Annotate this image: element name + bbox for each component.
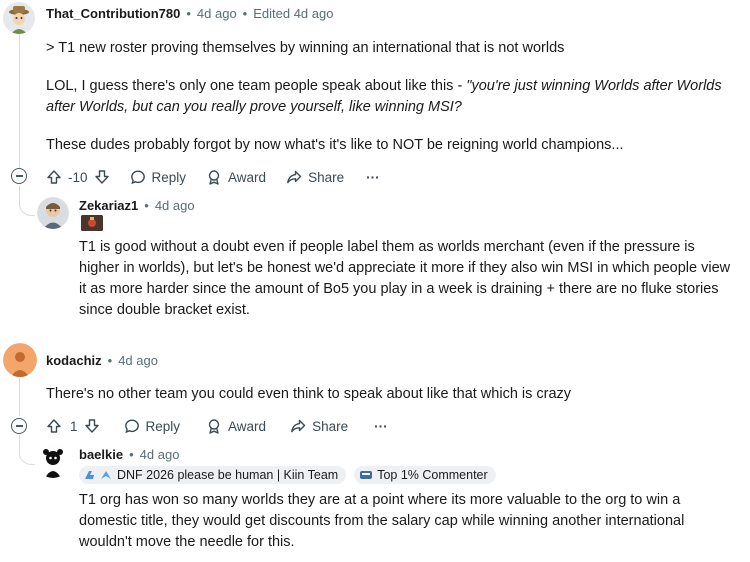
share-label: Share [308, 169, 345, 185]
upvote-button[interactable] [46, 418, 62, 434]
edited-label: Edited 4d ago [253, 6, 334, 21]
upvote-button[interactable] [46, 169, 62, 185]
upvote-icon [47, 419, 61, 433]
timestamp[interactable]: 4d ago [197, 6, 237, 21]
timestamp[interactable]: 4d ago [140, 447, 180, 462]
flair-row: DNF 2026 please be human | Kiin Team Top… [79, 466, 496, 484]
award-button[interactable]: Award [206, 418, 266, 434]
share-icon [291, 419, 306, 433]
award-icon [208, 419, 220, 434]
top-commenter-badge: Top 1% Commenter [354, 466, 496, 484]
avatar[interactable] [3, 2, 35, 34]
action-bar: 1 Reply Award Share ··· [46, 416, 388, 436]
quote-text: > T1 new roster proving themselves by wi… [46, 40, 565, 56]
share-button[interactable]: Share [286, 169, 344, 185]
reply-label: Reply [151, 169, 187, 185]
collapse-button[interactable] [11, 168, 27, 184]
avatar[interactable] [3, 343, 37, 377]
reply-button[interactable]: Reply [130, 169, 187, 185]
collapse-button[interactable] [11, 418, 27, 434]
award-label: Award [228, 169, 267, 185]
reply-icon [130, 170, 145, 185]
award-button[interactable]: Award [206, 169, 266, 185]
avatar[interactable] [37, 197, 69, 229]
downvote-button[interactable] [94, 169, 110, 185]
username[interactable]: Zekariaz1 [79, 198, 138, 213]
username[interactable]: That_Contribution780 [46, 6, 180, 21]
reply-label: Reply [145, 418, 181, 434]
downvote-button[interactable] [84, 418, 100, 434]
downvote-icon [94, 170, 109, 184]
badge-text: Top 1% Commenter [377, 468, 488, 482]
comment-body: There's no other team you could even thi… [46, 386, 572, 402]
timestamp[interactable]: 4d ago [155, 198, 195, 213]
flair-emoji [81, 215, 103, 231]
comment-body: T1 is good without a doubt even if peopl… [79, 239, 731, 318]
avatar[interactable] [37, 446, 69, 478]
paragraph: These dudes probably forgot by now what'… [46, 137, 624, 153]
award-icon [208, 170, 220, 185]
vote-score: -10 [68, 169, 88, 185]
more-icon: ··· [374, 418, 388, 434]
comment-meta: baelkie • 4d ago [79, 447, 180, 462]
reply-button[interactable]: Reply [124, 418, 181, 434]
comment-body: T1 org has won so many worlds they are a… [79, 492, 685, 550]
award-label: Award [228, 418, 267, 434]
more-icon: ··· [366, 169, 380, 185]
comment-meta: That_Contribution780 • 4d ago • Edited 4… [46, 6, 334, 21]
downvote-icon [84, 419, 99, 433]
top-commenter-icon [360, 471, 373, 479]
share-button[interactable]: Share [290, 418, 348, 434]
reply-icon [124, 419, 139, 434]
comment-meta: kodachiz • 4d ago [46, 353, 158, 368]
comment-body: > T1 new roster proving themselves by wi… [46, 38, 736, 156]
paragraph-text: LOL, I guess there's only one team peopl… [46, 78, 467, 94]
timestamp[interactable]: 4d ago [118, 353, 158, 368]
username[interactable]: baelkie [79, 447, 123, 462]
share-label: Share [312, 418, 349, 434]
thread-elbow [19, 196, 35, 216]
upvote-icon [47, 170, 61, 184]
thread-elbow [19, 445, 35, 465]
comment-meta: Zekariaz1 • 4d ago [79, 198, 195, 213]
more-options-button[interactable]: ··· [366, 170, 380, 185]
paragraph: LOL, I guess there's only one team peopl… [46, 76, 736, 118]
vote-score: 1 [70, 418, 78, 434]
thread-line [19, 30, 20, 168]
thread-line [19, 378, 20, 416]
user-flair: DNF 2026 please be human | Kiin Team [79, 466, 347, 484]
username[interactable]: kodachiz [46, 353, 102, 368]
share-icon [287, 170, 302, 184]
more-options-button[interactable]: ··· [374, 419, 388, 434]
flair-text: DNF 2026 please be human | Kiin Team [117, 468, 339, 482]
team-logo-icon [84, 469, 113, 481]
action-bar: -10 Reply Award Share ··· [46, 167, 380, 187]
